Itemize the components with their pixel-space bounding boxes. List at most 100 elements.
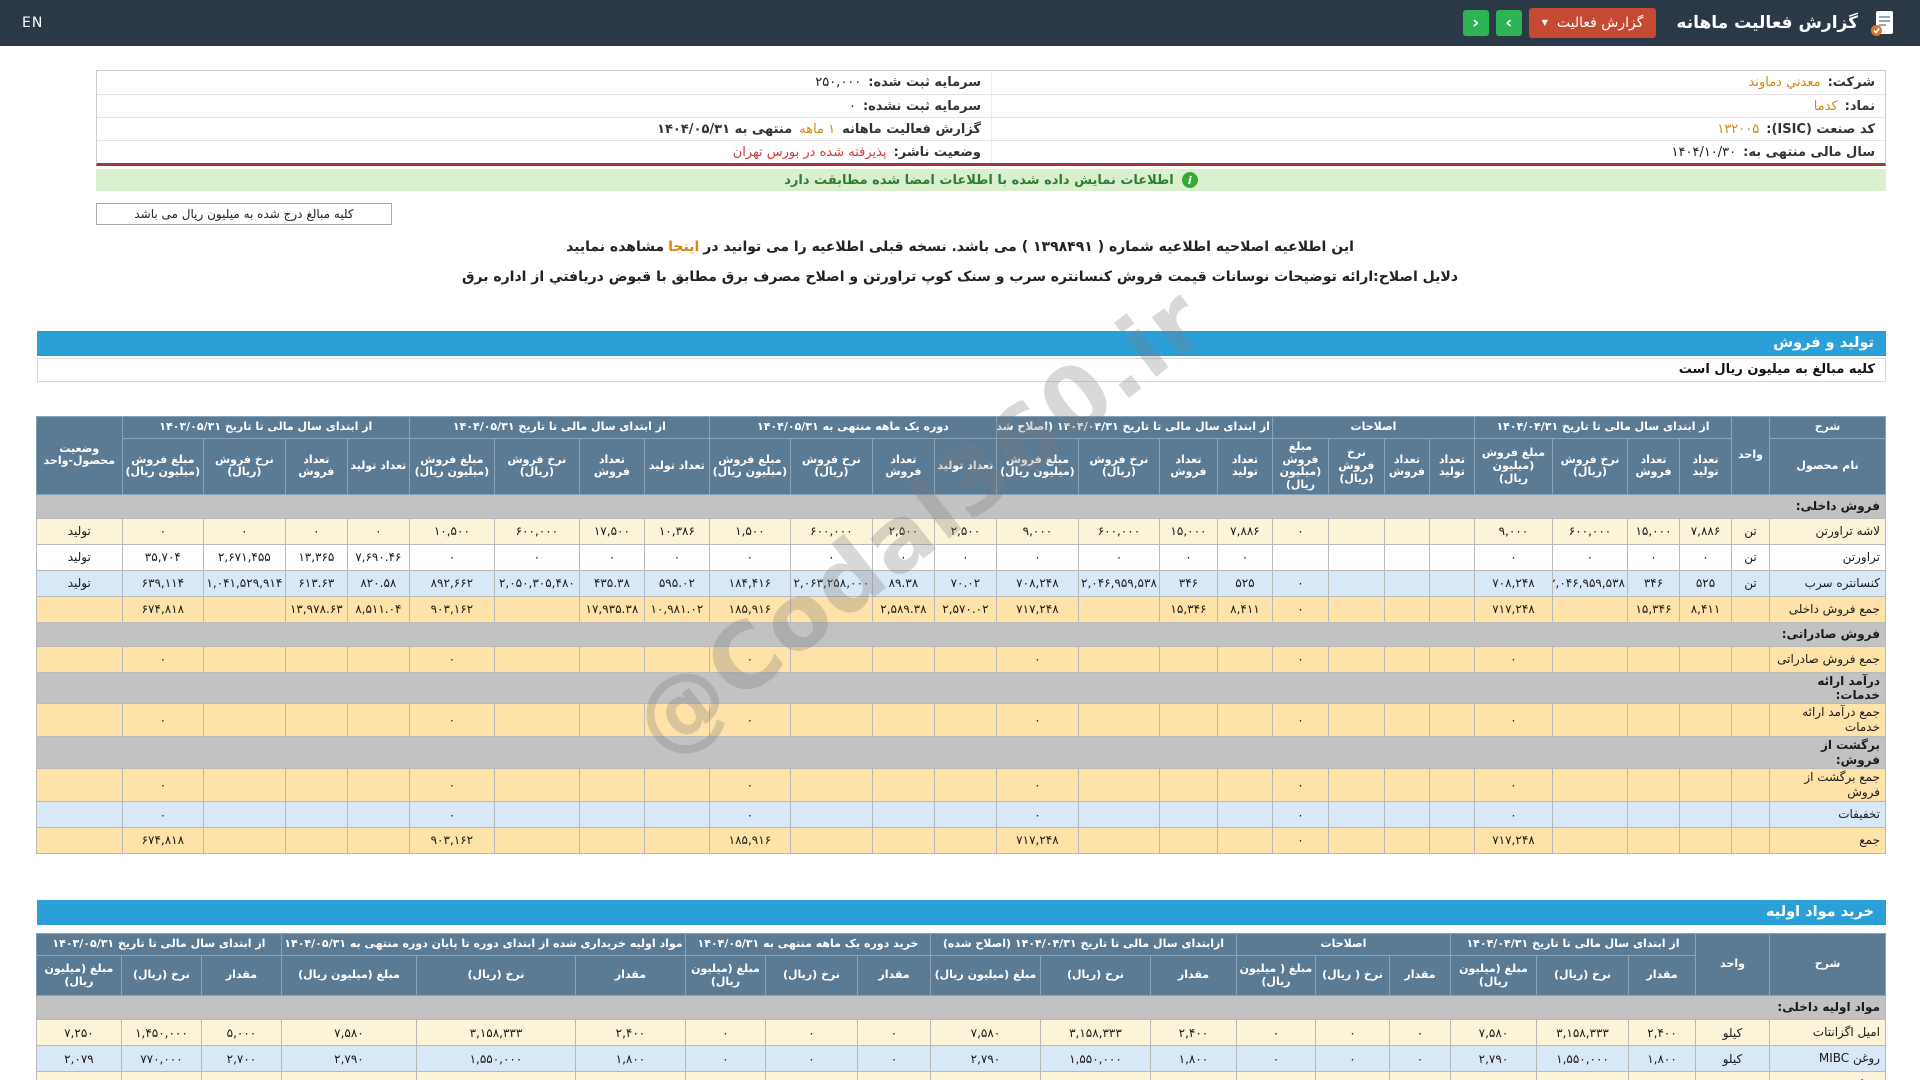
value-cell: ۷۰.۰۲ [933, 569, 997, 597]
value-cell: ۱,۵۰۰ [708, 517, 791, 545]
value-cell [346, 827, 410, 855]
value-cell [789, 801, 873, 829]
table-row: جمع درآمد ارائه خدمات ۰ ۰ ۰ ۰ ۰ ۰ [35, 703, 1886, 738]
row-label-cell: جمع فروش داخلی [1769, 595, 1886, 623]
info-field: کد صنعت (ISIC): ۱۳۲۰۰۵ [991, 118, 1885, 140]
value-cell: ۱۳,۳۶۵ [284, 543, 348, 571]
row-label-cell: جمع برگشت از فروش [1769, 768, 1886, 803]
value-cell [1383, 645, 1430, 673]
info-icon: i [1181, 172, 1198, 188]
table-row: کنسانتره سرب تن ۵۲۵ ۳۴۶ ۲,۰۴۶,۹۵۹,۵۳۸ ۷۰۸,۲۴۸… [35, 569, 1886, 597]
table-row: لاشه تراورتن تن ۷,۸۸۶ ۱۵,۰۰۰ ۶۰۰,۰۰۰ ۹,۰۰۰ ۰ ۷,… [35, 517, 1886, 545]
value-cell: ۸,۵۱۱.۰۴ [346, 595, 410, 623]
value-cell: ۰ [995, 543, 1079, 571]
value-cell [346, 703, 410, 738]
table-row: امیل اگزانتات کیلو ۲,۴۰۰ ۳,۱۵۸,۳۳۳ ۷,۵۸۰ ۰ ۰ ۰ ۲… [35, 1019, 1886, 1047]
column-header: تعداد فروش [284, 438, 348, 495]
value-cell: ۷,۸۸۶ [1216, 517, 1273, 545]
info-row: شرکت: معدني دماوند سرمایه ثبت شده: ۲۵۰,۰۰۰ [97, 71, 1885, 94]
value-cell: ۲,۰۷۹ [35, 1045, 122, 1073]
value-cell [643, 703, 710, 738]
value-cell: ۹۰۳,۱۶۲ [408, 595, 495, 623]
column-header: مبلغ (میلیون ریال) [684, 955, 766, 997]
value-cell: ۰ [789, 543, 873, 571]
info-field: سال مالی منتهی به: ۱۴۰۴/۱۰/۳۰ [991, 141, 1885, 163]
value-cell: ۸,۴۱۱ [1216, 595, 1273, 623]
value-cell [202, 645, 286, 673]
info-value[interactable]: کدما [1814, 99, 1838, 114]
info-field: نماد: کدما [991, 95, 1885, 117]
column-header: تعداد تولید [1679, 438, 1732, 495]
value-cell [1428, 768, 1475, 803]
value-cell: ۱۴,۰۰۰ [200, 1071, 282, 1080]
amendment-notice-text: این اطلاعیه اصلاحیه اطلاعیه شماره ( ۱۳۹۸… [703, 239, 1354, 255]
table-row: جمع برگشت از فروش ۰ ۰ ۰ ۰ ۰ ۰ [35, 768, 1886, 803]
column-header: نرخ ( ریال) [1314, 955, 1390, 997]
row-label-cell: سولفور سدیم [1769, 1071, 1886, 1080]
value-cell: ۶۰۰,۰۰۰ [1077, 517, 1160, 545]
value-cell: ۰ [121, 703, 204, 738]
value-cell: ۹۰۳,۱۶۲ [408, 827, 495, 855]
value-cell [1679, 801, 1732, 829]
value-cell [1383, 569, 1430, 597]
value-cell: ۶۷۴,۸۱۸ [121, 827, 204, 855]
column-header: تعداد تولید [933, 438, 997, 495]
value-cell: ۵۲۵ [1216, 569, 1273, 597]
value-cell: ۸۹.۳۸ [871, 569, 935, 597]
value-cell: ۶۷۴,۸۱۸ [121, 595, 204, 623]
value-cell [1552, 595, 1628, 623]
value-cell [284, 768, 348, 803]
value-cell: ۰ [995, 801, 1079, 829]
column-header: نرخ فروش (ریال) [789, 438, 873, 495]
value-cell: ۰ [1388, 1045, 1451, 1073]
table-row: تراورتن تن ۰ ۰ ۰ ۰ ۰ ۰ ۰ ۰ ۰ ۰ ۰ ۰ ۰ ۰ ۰ ۰ ۷,۶۹۰.۴۶ ۱۳,۳۶۵ ۲… [35, 543, 1886, 571]
value-cell [643, 645, 710, 673]
value-cell [1552, 645, 1628, 673]
info-label: سال مالی منتهی به: [1743, 144, 1875, 160]
value-cell [1627, 768, 1680, 803]
value-cell: ۱,۵۵۰,۰۰۰ [1536, 1045, 1629, 1073]
info-value[interactable]: معدني دماوند [1749, 75, 1821, 90]
language-switch[interactable]: EN [22, 15, 43, 31]
value-cell: ۱,۰۴۱,۵۲۹,۹۱۴ [202, 569, 286, 597]
info-value: ۲۵۰,۰۰۰ [815, 75, 862, 90]
value-cell [1327, 595, 1385, 623]
value-cell [643, 827, 710, 855]
column-header: مبلغ (میلیون ریال) [35, 955, 122, 997]
value-cell: ۰ [1473, 703, 1554, 738]
info-label: کد صنعت (ISIC): [1766, 121, 1875, 137]
value-cell [578, 768, 645, 803]
value-cell [643, 768, 710, 803]
section-label: مواد اولیه داخلی: [35, 995, 1887, 1021]
info-value[interactable]: ۱ ماهه [799, 122, 835, 137]
info-row: کد صنعت (ISIC): ۱۳۲۰۰۵ گزارش فعالیت ماهانه… [97, 117, 1885, 140]
column-header: واحد [1731, 416, 1770, 495]
value-cell [1731, 801, 1770, 829]
value-cell [1679, 645, 1732, 673]
prev-report-button[interactable]: ‹ [1462, 10, 1489, 36]
value-cell [1679, 703, 1732, 738]
value-cell [789, 703, 873, 738]
value-cell: ۱۳,۹۷۸.۶۳ [284, 595, 348, 623]
value-cell: ۰ [1216, 543, 1273, 571]
value-cell: ۴۵۰,۰۰۰ [1536, 1071, 1629, 1080]
value-cell: ۷,۵۸۰ [280, 1019, 417, 1047]
column-header: شرح [1769, 416, 1886, 439]
value-cell: تن [1731, 543, 1770, 571]
value-cell: ۰ [1271, 569, 1329, 597]
value-cell [1077, 703, 1160, 738]
info-suffix: منتهی به ۱۴۰۴/۰۵/۳۱ [657, 121, 793, 137]
previous-version-link[interactable]: اینجا [668, 239, 699, 255]
value-cell: ۱۵,۰۰۰ [1627, 517, 1680, 545]
value-cell [1731, 768, 1770, 803]
value-cell: ۰ [1314, 1071, 1390, 1080]
value-cell: ۰ [1473, 543, 1554, 571]
report-type-dropdown[interactable]: گزارش فعالیت ▼ [1528, 8, 1657, 38]
next-report-button[interactable]: › [1495, 10, 1522, 36]
value-cell [1216, 801, 1273, 829]
info-value[interactable]: ۱۳۲۰۰۵ [1717, 122, 1759, 137]
value-cell: ۰ [1271, 517, 1329, 545]
value-cell [493, 645, 580, 673]
value-cell: ۲,۰۴۶,۹۵۹,۵۳۸ [1552, 569, 1628, 597]
value-cell: ۷,۲۵۰ [35, 1019, 122, 1047]
